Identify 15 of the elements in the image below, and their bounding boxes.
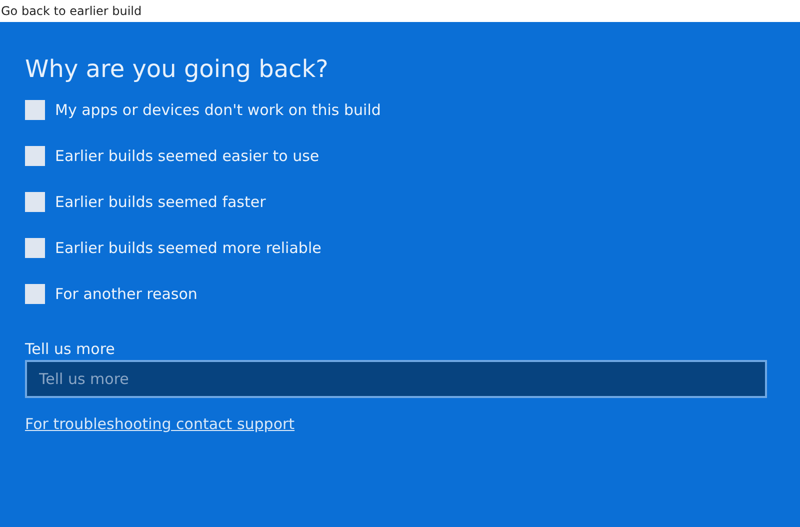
checkbox[interactable] bbox=[25, 100, 45, 120]
checkbox-label: My apps or devices don't work on this build bbox=[55, 101, 381, 119]
checkbox-label: Earlier builds seemed faster bbox=[55, 193, 266, 211]
checkbox[interactable] bbox=[25, 284, 45, 304]
checkbox-label: Earlier builds seemed easier to use bbox=[55, 147, 320, 165]
dialog-heading: Why are you going back? bbox=[25, 54, 330, 85]
checkbox-label: For another reason bbox=[55, 285, 198, 303]
checkbox[interactable] bbox=[25, 146, 45, 166]
input-field[interactable]: Tell us more bbox=[25, 360, 767, 398]
checkbox[interactable] bbox=[25, 238, 45, 258]
window-title: Go back to earlier build bbox=[1, 4, 142, 18]
field-label: Tell us more bbox=[25, 340, 116, 358]
support-link[interactable]: For troubleshooting contact support bbox=[25, 415, 295, 433]
checkbox[interactable] bbox=[25, 192, 45, 212]
checkbox-label: Earlier builds seemed more reliable bbox=[55, 239, 322, 257]
